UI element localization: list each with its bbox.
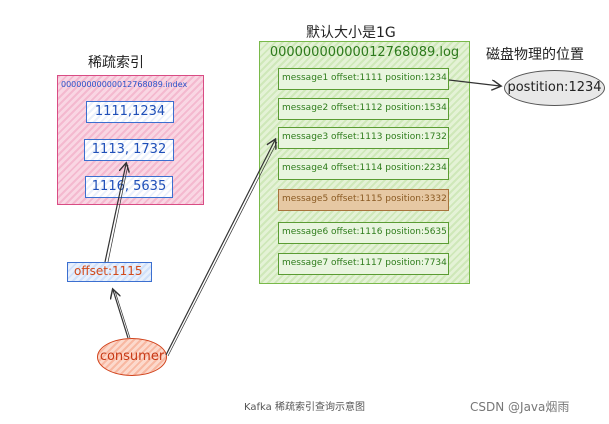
- arrow-message-to-disk: [448, 79, 500, 86]
- watermark: CSDN @Java烟雨: [470, 400, 570, 414]
- arrow-consumer-to-log: [165, 140, 275, 356]
- arrow-consumer-to-offset: [113, 290, 129, 339]
- connector-arrows: [104, 79, 609, 357]
- arrow-offset-to-index: [104, 164, 126, 263]
